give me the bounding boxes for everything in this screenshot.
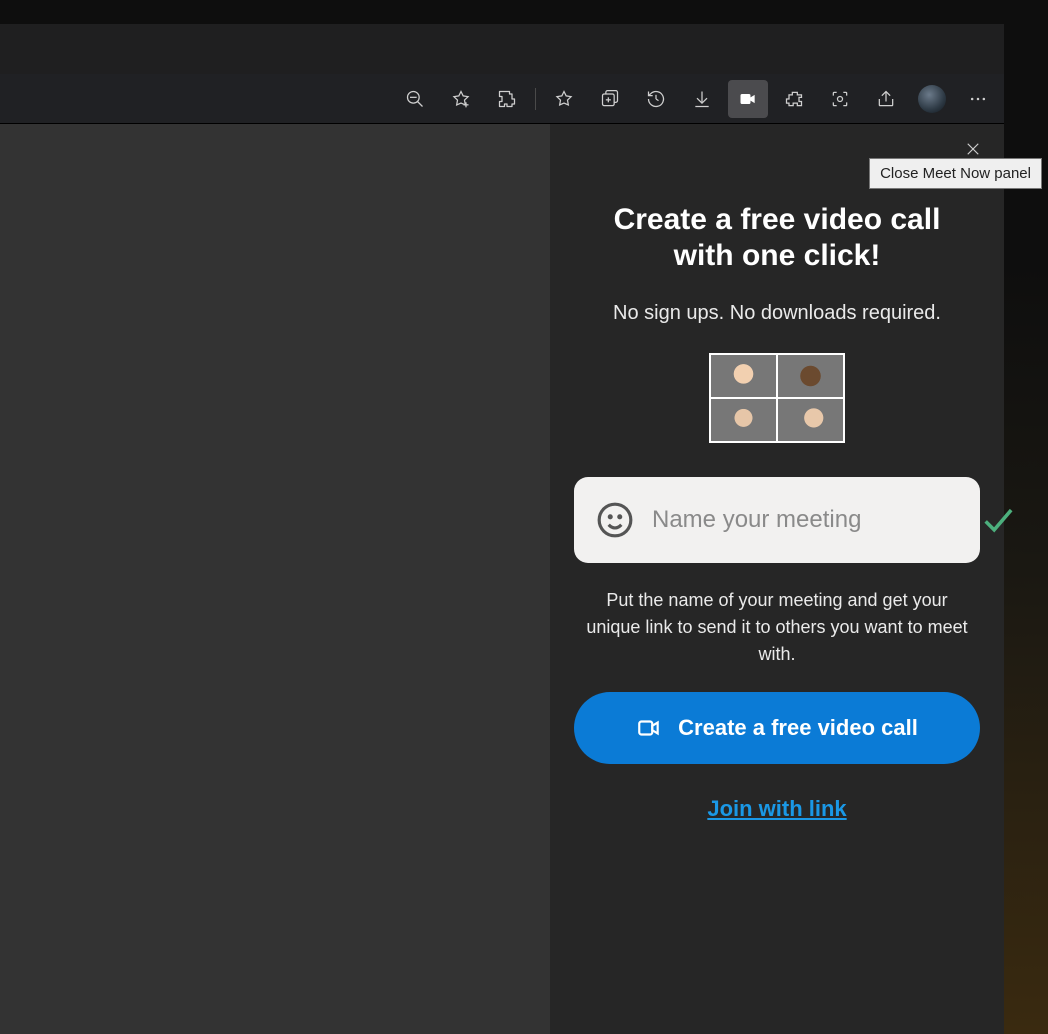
panel-hint: Put the name of your meeting and get you… [574,587,980,668]
history-icon[interactable] [636,80,676,118]
close-panel-tooltip: Close Meet Now panel [869,158,1042,189]
smile-icon [596,501,634,539]
downloads-icon[interactable] [682,80,722,118]
share-icon[interactable] [866,80,906,118]
favorites-icon[interactable] [544,80,584,118]
extensions-icon[interactable] [487,80,527,118]
panel-title: Create a free video call with one click! [574,202,980,274]
meet-now-icon[interactable] [728,80,768,118]
browser-window[interactable]: Create a free video call with one click!… [0,24,1004,1034]
video-icon [636,715,662,741]
join-with-link[interactable]: Join with link [707,796,846,822]
create-video-call-button[interactable]: Create a free video call [574,692,980,764]
meeting-name-field[interactable] [574,477,980,563]
addons-icon[interactable] [774,80,814,118]
toolbar [0,74,1004,124]
check-icon [980,503,1014,537]
avatar-icon [918,85,946,113]
collections-icon[interactable] [590,80,630,118]
meet-now-panel: Create a free video call with one click!… [550,124,1004,1034]
profile-avatar[interactable] [912,80,952,118]
titlebar-region [0,24,1004,74]
video-call-illustration [709,353,845,443]
add-favorite-icon[interactable] [441,80,481,118]
create-button-label: Create a free video call [678,715,918,741]
screenshot-icon[interactable] [820,80,860,118]
toolbar-divider [535,88,536,110]
zoom-out-icon[interactable] [395,80,435,118]
panel-subtitle: No sign ups. No downloads required. [574,302,980,325]
meeting-name-input[interactable] [652,506,962,534]
more-icon[interactable] [958,80,998,118]
